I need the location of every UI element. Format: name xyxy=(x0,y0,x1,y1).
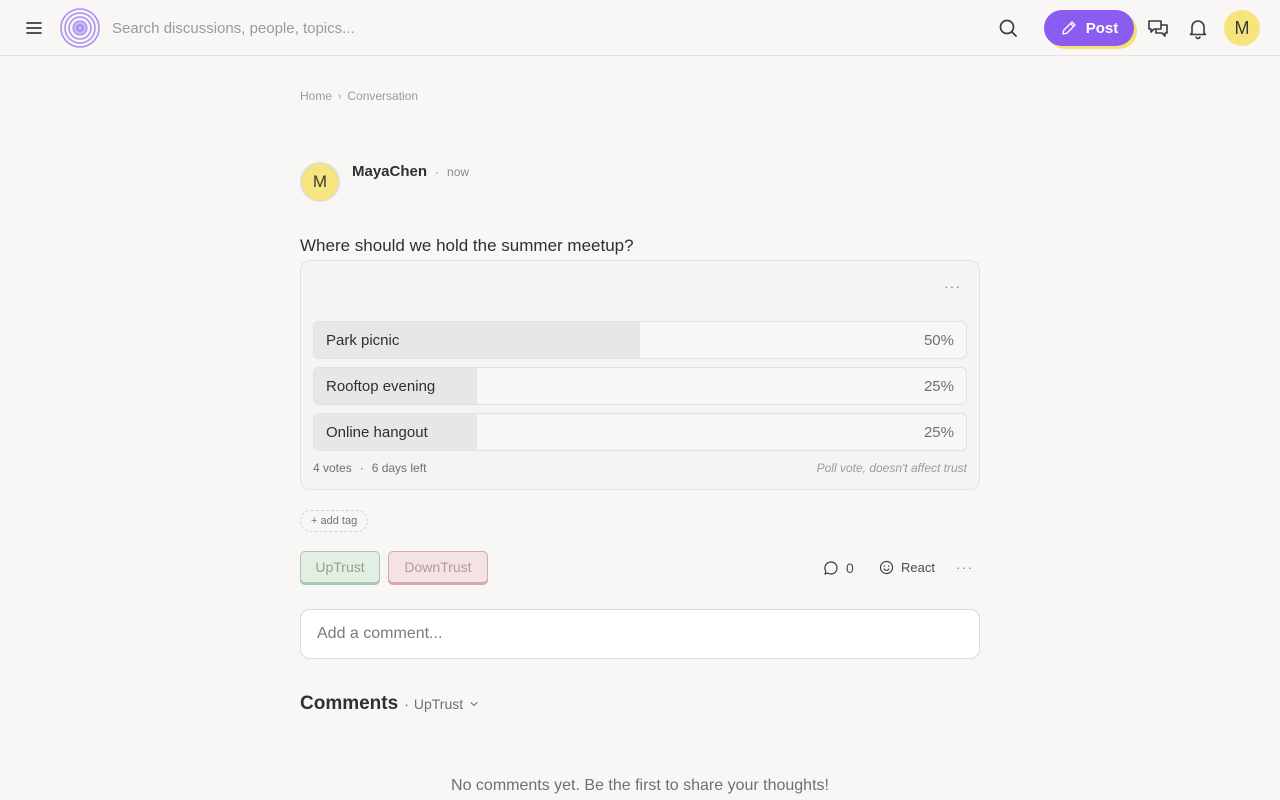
author-line: MayaChen · now xyxy=(352,163,469,180)
user-avatar[interactable]: M xyxy=(1224,10,1260,46)
search-button[interactable] xyxy=(996,16,1020,40)
react-button[interactable]: React xyxy=(878,559,935,576)
poll-note: Poll vote, doesn't affect trust xyxy=(816,461,967,475)
chevron-down-icon xyxy=(470,702,478,707)
top-bar: Post M xyxy=(0,0,1280,56)
comments-title: Comments xyxy=(300,693,399,714)
bell-icon xyxy=(1189,20,1207,40)
smiley-icon xyxy=(879,560,894,575)
add-tag-button[interactable]: + add tag xyxy=(300,510,369,532)
breadcrumb: Home › Conversation xyxy=(300,89,418,103)
messages-button[interactable] xyxy=(1146,16,1170,40)
poll-meta-separator: · xyxy=(359,461,364,475)
logo[interactable] xyxy=(60,8,100,48)
search-input[interactable] xyxy=(112,14,712,42)
author-separator: · xyxy=(435,165,440,179)
chat-bubbles-icon xyxy=(1148,20,1168,37)
breadcrumb-current: Conversation xyxy=(347,89,419,103)
poll-option-percent: 50% xyxy=(923,332,954,349)
poll-vote-count: 4 votes xyxy=(313,461,352,475)
comment-count: 0 xyxy=(846,560,854,576)
poll-option-label: Online hangout xyxy=(326,424,428,441)
pencil-icon xyxy=(1062,21,1076,35)
poll-option[interactable]: Park picnic 50% xyxy=(313,321,967,359)
comments-sort-select[interactable]: · UpTrust xyxy=(404,696,480,712)
poll-meta: 4 votes · 6 days left xyxy=(313,461,426,475)
poll-option[interactable]: Rooftop evening 25% xyxy=(313,367,967,405)
comment-count-button[interactable]: 0 xyxy=(822,559,854,577)
breadcrumb-separator-icon: › xyxy=(338,90,342,102)
author-name[interactable]: MayaChen xyxy=(352,163,427,180)
post-more-button[interactable]: ··· xyxy=(956,559,973,575)
comment-bubble-icon xyxy=(824,561,838,575)
post-title: Where should we hold the summer meetup? xyxy=(300,236,634,255)
downtrust-button[interactable]: DownTrust xyxy=(388,551,488,583)
comment-input[interactable] xyxy=(300,609,980,659)
post-timestamp: now xyxy=(447,165,470,179)
poll-option[interactable]: Online hangout 25% xyxy=(313,413,967,451)
react-label: React xyxy=(901,560,935,575)
poll-option-label: Rooftop evening xyxy=(326,378,436,395)
uptrust-button[interactable]: UpTrust xyxy=(300,551,380,583)
breadcrumb-home[interactable]: Home xyxy=(300,89,332,103)
poll-option-percent: 25% xyxy=(923,424,954,441)
sort-value: UpTrust xyxy=(413,696,464,712)
menu-icon xyxy=(26,22,42,34)
post-button[interactable]: Post xyxy=(1044,10,1134,46)
comments-header: Comments · UpTrust xyxy=(300,693,480,715)
notifications-button[interactable] xyxy=(1186,16,1210,40)
author-avatar[interactable]: M xyxy=(300,162,340,202)
poll-option-percent: 25% xyxy=(923,378,954,395)
search-icon xyxy=(999,19,1017,37)
empty-comments-message: No comments yet. Be the first to share y… xyxy=(451,777,829,794)
logo-icon xyxy=(60,8,100,48)
sort-separator: · xyxy=(404,696,409,712)
post-button-label: Post xyxy=(1085,19,1119,37)
poll-time-left: 6 days left xyxy=(371,461,427,475)
poll-more-button[interactable]: ··· xyxy=(944,278,961,294)
poll-option-label: Park picnic xyxy=(326,332,400,349)
menu-button[interactable] xyxy=(22,16,46,40)
